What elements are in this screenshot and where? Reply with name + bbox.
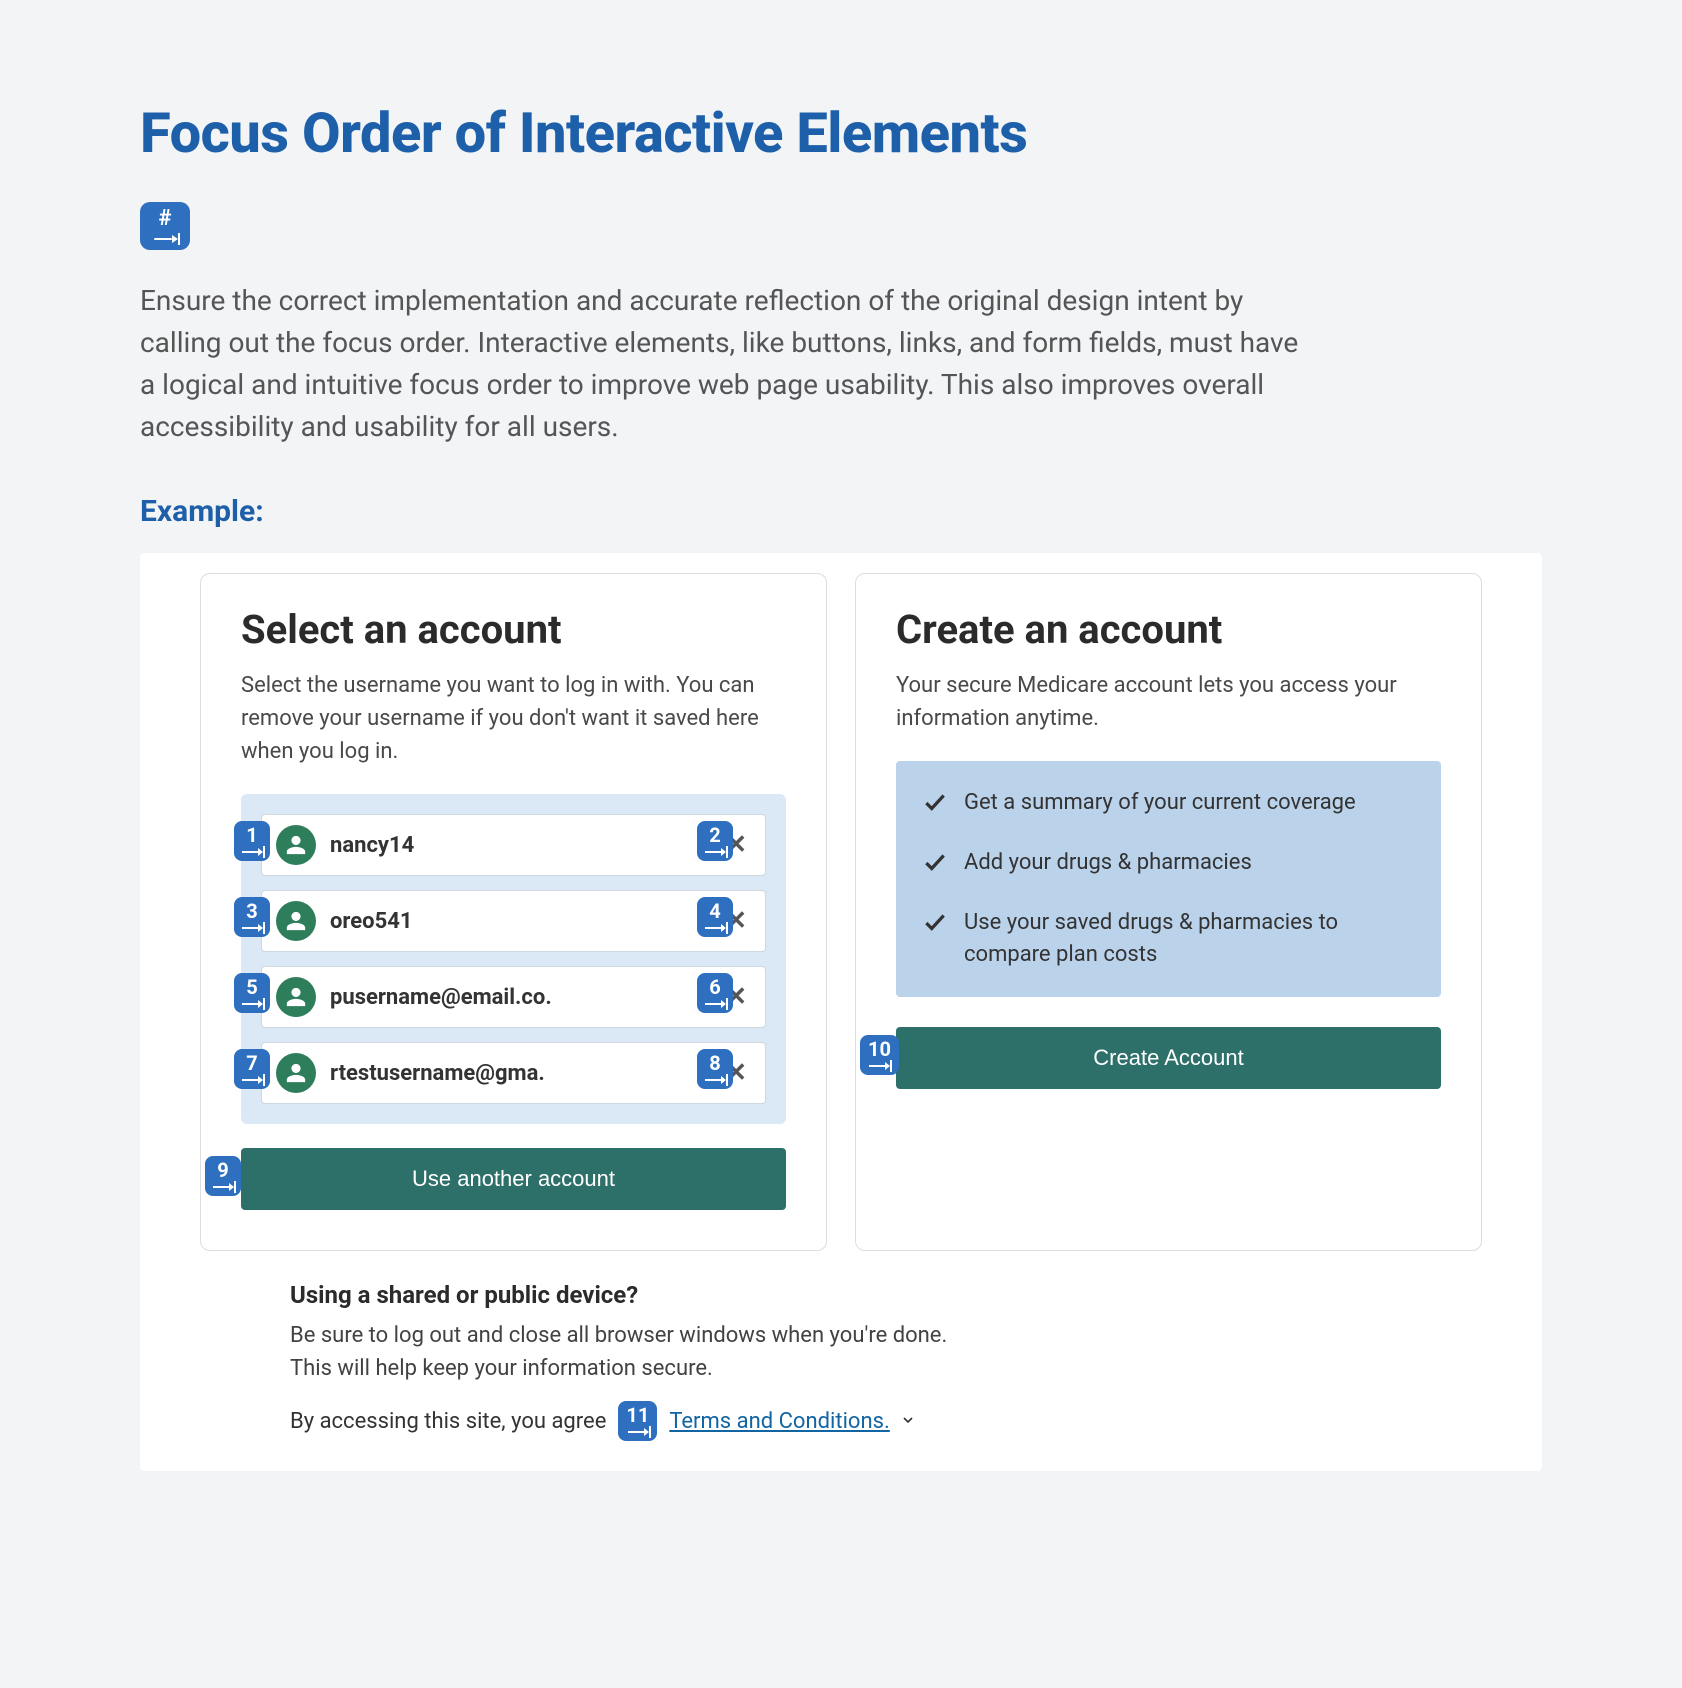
select-account-card: Select an account Select the username yo… — [200, 573, 827, 1251]
focus-number: 10 — [868, 1039, 891, 1059]
agree-prefix: By accessing this site, you agree — [290, 1409, 606, 1434]
focus-number: 6 — [709, 977, 720, 997]
focus-order-icon: # — [140, 202, 190, 250]
account-name: rtestusername@gma. — [330, 1061, 713, 1086]
create-account-subtitle: Your secure Medicare account lets you ac… — [896, 669, 1441, 735]
account-row[interactable]: 3 oreo541 4 ✕ — [261, 890, 766, 952]
tab-arrow-icon — [242, 925, 262, 931]
terms-and-conditions-link[interactable]: Terms and Conditions. — [669, 1409, 889, 1434]
check-icon — [922, 789, 948, 815]
terms-line: By accessing this site, you agree 11 Ter… — [290, 1401, 990, 1441]
focus-order-badge: 7 — [234, 1049, 270, 1089]
tab-arrow-icon — [242, 1077, 262, 1083]
tab-arrow-icon — [154, 236, 176, 242]
focus-number: 2 — [709, 825, 720, 845]
benefit-item: Add your drugs & pharmacies — [922, 847, 1411, 879]
tab-arrow-icon — [705, 1077, 725, 1083]
accounts-list: 1 nancy14 2 ✕ — [241, 794, 786, 1124]
user-avatar-icon — [276, 977, 316, 1017]
check-icon — [922, 849, 948, 875]
user-avatar-icon — [276, 901, 316, 941]
focus-order-badge: 11 — [618, 1401, 657, 1441]
page-title: Focus Order of Interactive Elements — [140, 100, 1542, 166]
focus-number: 4 — [709, 901, 720, 921]
focus-number: 1 — [246, 825, 257, 845]
account-name: pusername@email.co. — [330, 985, 713, 1010]
check-icon — [922, 909, 948, 935]
chevron-down-icon[interactable] — [900, 1409, 916, 1434]
focus-order-hash: # — [158, 208, 171, 230]
account-name: oreo541 — [330, 909, 713, 934]
focus-order-badge: 8 — [697, 1049, 733, 1089]
focus-order-badge: 1 — [234, 821, 270, 861]
shared-device-text: Be sure to log out and close all browser… — [290, 1319, 990, 1385]
example-canvas: Select an account Select the username yo… — [140, 553, 1542, 1471]
focus-badge-hash-row: # — [140, 202, 1542, 250]
account-name: nancy14 — [330, 833, 713, 858]
account-row[interactable]: 7 rtestusername@gma. 8 ✕ — [261, 1042, 766, 1104]
tab-arrow-icon — [213, 1184, 233, 1190]
focus-order-badge: 6 — [697, 973, 733, 1013]
focus-order-badge: 4 — [697, 897, 733, 937]
create-account-card: Create an account Your secure Medicare a… — [855, 573, 1482, 1251]
benefit-text: Get a summary of your current coverage — [964, 787, 1356, 819]
benefit-text: Use your saved drugs & pharmacies to com… — [964, 907, 1411, 971]
shared-device-heading: Using a shared or public device? — [290, 1281, 990, 1309]
focus-number: 11 — [626, 1405, 649, 1425]
account-row[interactable]: 5 pusername@email.co. 6 ✕ — [261, 966, 766, 1028]
use-another-account-button[interactable]: Use another account — [241, 1148, 786, 1210]
benefit-item: Get a summary of your current coverage — [922, 787, 1411, 819]
user-avatar-icon — [276, 825, 316, 865]
focus-order-badge: 10 — [860, 1035, 899, 1075]
focus-order-badge: 3 — [234, 897, 270, 937]
focus-number: 8 — [709, 1053, 720, 1073]
create-account-button[interactable]: Create Account — [896, 1027, 1441, 1089]
select-account-title: Select an account — [241, 606, 786, 653]
focus-order-badge: 5 — [234, 973, 270, 1013]
select-account-subtitle: Select the username you want to log in w… — [241, 669, 786, 768]
focus-order-badge: 2 — [697, 821, 733, 861]
create-account-title: Create an account — [896, 606, 1441, 653]
benefit-text: Add your drugs & pharmacies — [964, 847, 1252, 879]
focus-number: 5 — [246, 977, 257, 997]
benefit-item: Use your saved drugs & pharmacies to com… — [922, 907, 1411, 971]
tab-arrow-icon — [705, 925, 725, 931]
tab-arrow-icon — [628, 1429, 648, 1435]
tab-arrow-icon — [242, 1001, 262, 1007]
benefits-list: Get a summary of your current coverage A… — [896, 761, 1441, 997]
tab-arrow-icon — [242, 849, 262, 855]
intro-text: Ensure the correct implementation and ac… — [140, 280, 1320, 448]
focus-number: 9 — [217, 1160, 228, 1180]
example-heading: Example: — [140, 494, 1542, 529]
footer-text: Using a shared or public device? Be sure… — [140, 1251, 1140, 1441]
focus-number: 7 — [246, 1053, 257, 1073]
tab-arrow-icon — [869, 1063, 889, 1069]
account-row[interactable]: 1 nancy14 2 ✕ — [261, 814, 766, 876]
focus-number: 3 — [246, 901, 257, 921]
user-avatar-icon — [276, 1053, 316, 1093]
focus-order-badge: 9 — [205, 1156, 241, 1196]
tab-arrow-icon — [705, 1001, 725, 1007]
tab-arrow-icon — [705, 849, 725, 855]
